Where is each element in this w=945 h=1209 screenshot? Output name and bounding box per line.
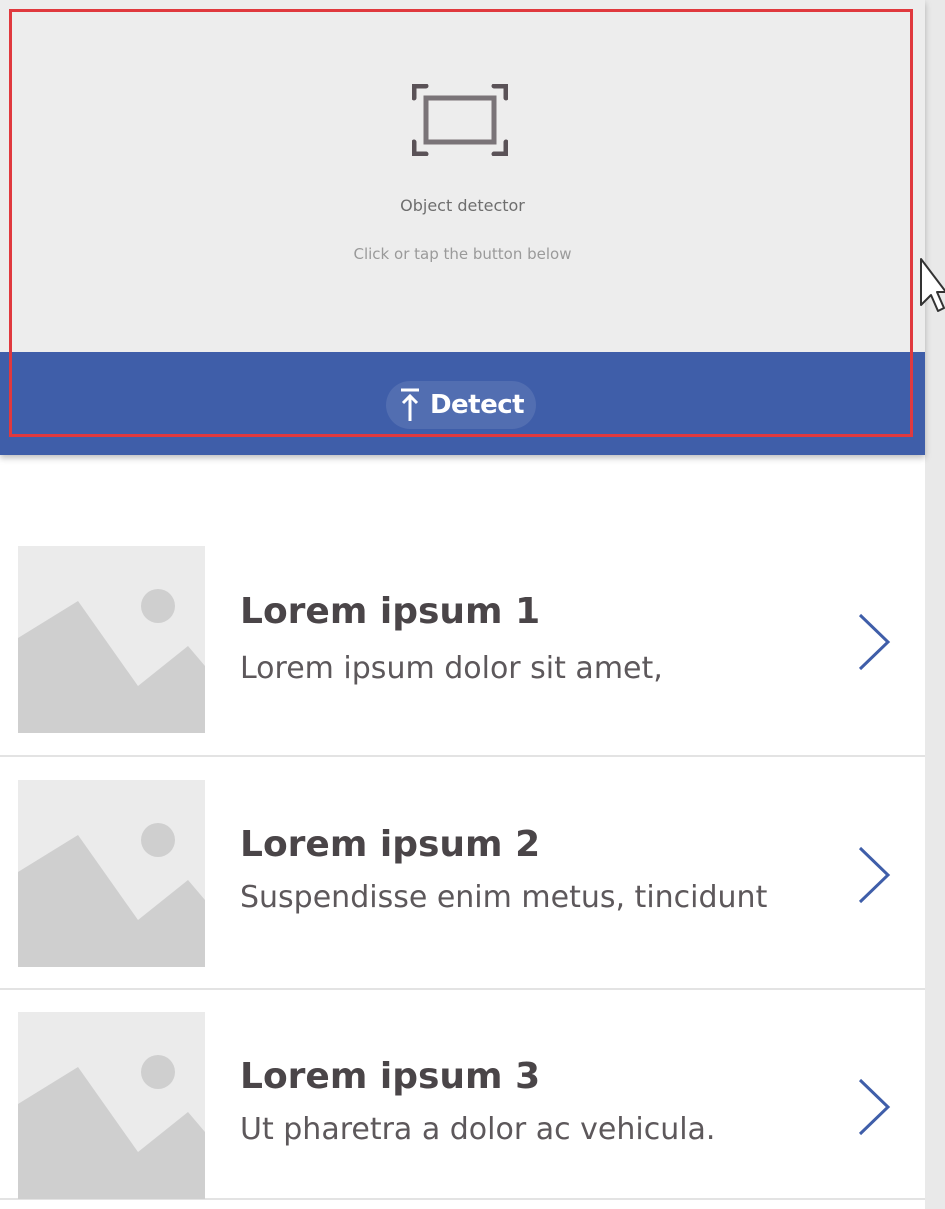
detect-button[interactable]: Detect [386,381,536,429]
scrollbar-track[interactable] [925,0,945,1209]
detector-subtitle: Click or tap the button below [353,245,572,263]
image-placeholder-icon [18,546,205,733]
image-placeholder-icon [18,780,205,967]
item-subtitle: Ut pharetra a dolor ac vehicula. [240,1112,716,1147]
item-title: Lorem ipsum 1 [240,591,541,632]
list-item[interactable]: Lorem ipsum 2 Suspendisse enim metus, ti… [0,758,925,990]
item-subtitle: Lorem ipsum dolor sit amet, [240,651,663,686]
upload-arrow-icon [400,388,419,421]
item-subtitle: Suspendisse enim metus, tincidunt [240,880,768,915]
list-item[interactable]: Lorem ipsum 3 Ut pharetra a dolor ac veh… [0,990,925,1200]
item-title: Lorem ipsum 3 [240,1056,541,1097]
image-placeholder-icon [18,1012,205,1199]
mouse-pointer-icon [920,258,945,312]
detect-button-label: Detect [429,390,525,420]
detector-preview-area[interactable]: Object detector Click or tap the button … [0,0,925,352]
chevron-right-icon[interactable] [856,613,892,671]
list-item[interactable]: Lorem ipsum 1 Lorem ipsum dolor sit amet… [0,525,925,757]
chevron-right-icon[interactable] [856,846,892,904]
scan-frame-icon [412,84,508,156]
chevron-right-icon[interactable] [856,1078,892,1136]
item-title: Lorem ipsum 2 [240,824,541,865]
object-detector[interactable]: Object detector Click or tap the button … [0,0,925,455]
app-screen: Object detector Click or tap the button … [0,0,945,1209]
detector-title: Object detector [400,196,525,215]
